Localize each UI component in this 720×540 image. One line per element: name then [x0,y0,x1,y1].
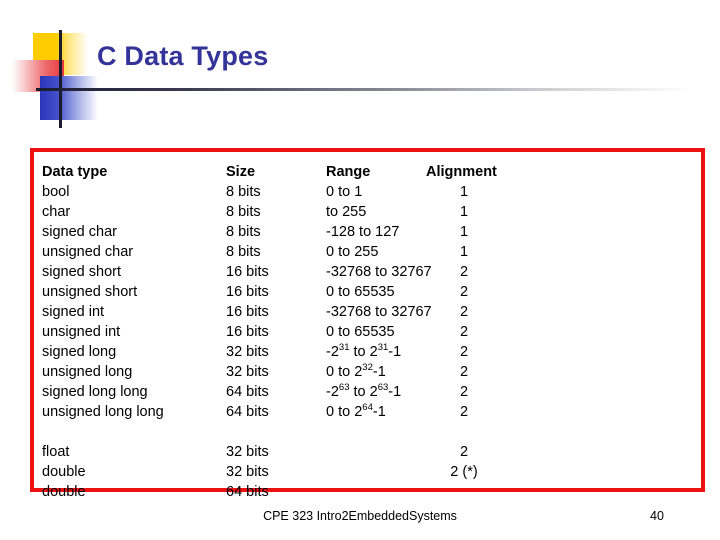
cell-alignment: 2 [459,324,469,340]
cell-size: 8 bits [226,244,261,260]
cell-data-type: unsigned char [42,244,134,260]
c-data-types-table: Data type Size Range Alignment bool 8 bits 0 t… [30,148,705,500]
cell-range: -128 to 127 [326,224,400,240]
footer-course-label: CPE 323 Intro2EmbeddedSystems [263,509,457,523]
page-number: 40 [650,509,664,523]
cell-data-type: bool [42,184,70,200]
cell-data-type: unsigned short [42,284,138,300]
table-row: float 32 bits 2 [34,442,701,462]
cell-data-type: double [42,464,86,480]
cell-range: 0 to 232-1 [326,362,386,380]
cell-range: 0 to 65535 [326,324,395,340]
page-title: C Data Types [97,41,269,71]
cell-size: 16 bits [226,264,269,280]
cell-data-type: unsigned int [42,324,121,340]
cell-data-type: signed short [42,264,121,280]
cell-data-type: unsigned long [42,364,133,380]
cell-range: 0 to 264-1 [326,402,386,420]
cell-range: 0 to 255 [326,244,379,260]
cell-range: -32768 to 32767 [326,304,432,320]
cell-range: 0 to 1 [326,184,363,200]
cell-data-type: Data type [42,164,108,180]
table-row: char 8 bits to 255 1 [34,202,701,222]
table-row: signed int 16 bits -32768 to 32767 2 [34,302,701,322]
cell-data-type: signed char [42,224,117,240]
cell-alignment: 1 [459,244,469,260]
cell-size: 64 bits [226,384,269,400]
table-body: Data type Size Range Alignment bool 8 bits 0 t… [34,152,701,500]
cell-alignment: 2 [459,344,469,360]
table-row: signed char 8 bits -128 to 127 1 [34,222,701,242]
slide-header: C Data Types [0,0,720,140]
cell-alignment: 2 (*) [450,464,478,480]
table-row: signed long 32 bits -231 to 231-1 2 [34,342,701,362]
cell-alignment: 2 [459,264,469,280]
cell-alignment: 1 [459,184,469,200]
cell-size: 8 bits [226,184,261,200]
cell-size: 32 bits [226,344,269,360]
decorative-horizontal-rule [36,88,690,91]
cell-range: 0 to 65535 [326,284,395,300]
cell-data-type: signed long long [42,384,148,400]
table-row: bool 8 bits 0 to 1 1 [34,182,701,202]
cell-alignment: 2 [459,404,469,420]
cell-data-type: signed int [42,304,105,320]
cell-alignment: 1 [459,224,469,240]
table-header-row: Data type Size Range Alignment [34,162,701,182]
cell-data-type: char [42,204,71,220]
cell-range: -231 to 231-1 [326,342,402,360]
cell-data-type: unsigned long long [42,404,164,420]
table-row: signed short 16 bits -32768 to 32767 2 [34,262,701,282]
table-row: unsigned int 16 bits 0 to 65535 2 [34,322,701,342]
cell-size: 16 bits [226,324,269,340]
table-row: signed long long 64 bits -263 to 263-1 2 [34,382,701,402]
cell-size: 16 bits [226,284,269,300]
decorative-vertical-line [59,30,62,128]
table-row: double 32 bits 2 (*) [34,462,701,482]
table-row: unsigned short 16 bits 0 to 65535 2 [34,282,701,302]
table-row: unsigned long 32 bits 0 to 232-1 2 [34,362,701,382]
cell-size: 8 bits [226,204,261,220]
cell-size: 16 bits [226,304,269,320]
cell-alignment: 2 [459,304,469,320]
cell-range: Range [326,164,371,180]
cell-data-type: signed long [42,344,117,360]
cell-alignment: 2 [459,384,469,400]
cell-range: -32768 to 32767 [326,264,432,280]
cell-size: 64 bits [226,404,269,420]
cell-alignment: Alignment [426,164,497,180]
cell-size: 64 bits [226,484,269,500]
cell-alignment: 2 [459,284,469,300]
cell-size: 8 bits [226,224,261,240]
table-row: double 64 bits [34,482,701,502]
cell-size: 32 bits [226,464,269,480]
table-row: unsigned long long 64 bits 0 to 264-1 2 [34,402,701,422]
cell-size: 32 bits [226,444,269,460]
cell-data-type: double [42,484,86,500]
cell-range: -263 to 263-1 [326,382,402,400]
cell-size: 32 bits [226,364,269,380]
cell-size: Size [226,164,256,180]
cell-alignment: 2 [459,364,469,380]
cell-data-type: float [42,444,70,460]
table-row: unsigned char 8 bits 0 to 255 1 [34,242,701,262]
cell-alignment: 1 [459,204,469,220]
cell-alignment: 2 [459,444,469,460]
decorative-blue-square [40,76,98,120]
cell-range: to 255 [326,204,367,220]
